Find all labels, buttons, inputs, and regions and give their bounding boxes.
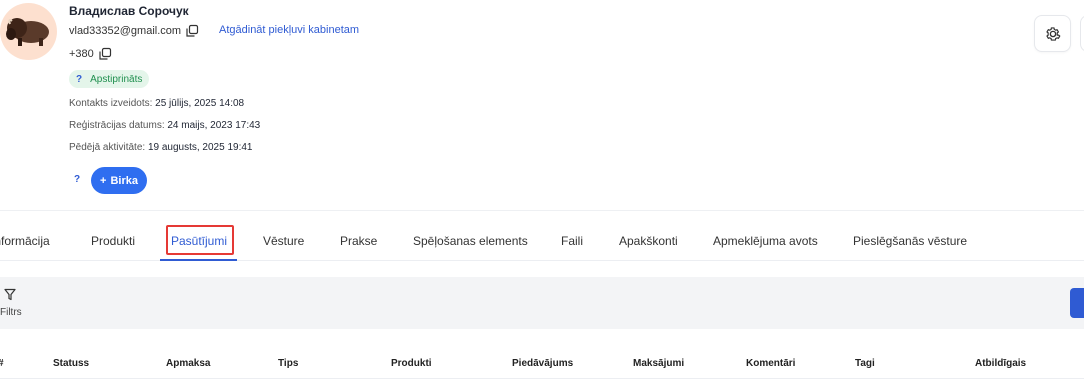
- tab-pieslegsanas-vesture[interactable]: Pieslēgšanās vēsture: [853, 234, 967, 248]
- phone-row: +380: [69, 47, 112, 61]
- section-divider: [0, 210, 1084, 211]
- action-button[interactable]: [1070, 288, 1084, 318]
- status-badge-label: Apstiprināts: [90, 73, 143, 85]
- last-activity-value: 19 augusts, 2025 19:41: [147, 142, 253, 153]
- add-tag-button[interactable]: + Birka: [91, 167, 147, 194]
- col-type[interactable]: Tips: [278, 358, 298, 369]
- filter-icon[interactable]: [4, 288, 16, 306]
- tab-pasutijumi[interactable]: Pasūtījumi: [171, 234, 227, 248]
- col-comments[interactable]: Komentāri: [746, 358, 795, 369]
- created-value: 25 jūlijs, 2025 14:08: [155, 98, 245, 109]
- tab-produkti[interactable]: Produkti: [91, 234, 135, 248]
- col-payment[interactable]: Apmaksa: [166, 358, 210, 369]
- more-button[interactable]: [1080, 15, 1084, 52]
- reset-access-link[interactable]: Atgādināt piekļuvi kabinetam: [219, 24, 359, 36]
- contact-phone: +380: [69, 48, 94, 60]
- last-activity-label: Pēdējā aktivitāte:: [69, 142, 146, 153]
- add-tag-label: Birka: [110, 174, 138, 187]
- col-status[interactable]: Statuss: [53, 358, 89, 369]
- copy-icon[interactable]: [98, 47, 112, 61]
- tab-apmeklejuma-avots[interactable]: Apmeklējuma avots: [713, 234, 818, 248]
- avatar: [0, 3, 57, 60]
- created-label: Kontakts izveidots:: [69, 98, 153, 109]
- created-row: Kontakts izveidots: 25 jūlijs, 2025 14:0…: [69, 98, 244, 109]
- tab-bar: Informācija Produkti Pasūtījumi Vēsture …: [0, 221, 1084, 261]
- col-responsible[interactable]: Atbildīgais: [975, 358, 1026, 369]
- plus-icon: +: [100, 174, 107, 187]
- help-icon[interactable]: ?: [76, 74, 82, 85]
- active-tab-indicator: [160, 259, 237, 261]
- tag-help-icon[interactable]: ?: [74, 174, 80, 185]
- settings-button[interactable]: [1034, 15, 1071, 52]
- contact-email: vlad33352@gmail.com: [69, 25, 182, 37]
- filter-label[interactable]: Filtrs: [0, 307, 22, 318]
- last-activity-row: Pēdējā aktivitāte: 19 augusts, 2025 19:4…: [69, 142, 252, 153]
- status-badge: ? Apstiprināts: [69, 70, 150, 88]
- contact-profile-header: Владислав Сорочук vlad33352@gmail.com At…: [0, 0, 1084, 210]
- registered-row: Reģistrācijas datums: 24 maijs, 2023 17:…: [69, 120, 260, 131]
- filter-bar: [0, 277, 1084, 329]
- col-number[interactable]: #: [0, 358, 4, 369]
- tab-prakse[interactable]: Prakse: [340, 234, 377, 248]
- tab-faili[interactable]: Faili: [561, 234, 583, 248]
- email-row: vlad33352@gmail.com: [69, 24, 199, 38]
- registered-value: 24 maijs, 2023 17:43: [167, 120, 261, 131]
- col-offer[interactable]: Piedāvājums: [512, 358, 573, 369]
- bison-icon: [6, 18, 49, 46]
- col-payments[interactable]: Maksājumi: [633, 358, 684, 369]
- gear-icon: [1045, 26, 1060, 41]
- col-tags[interactable]: Tagi: [855, 358, 875, 369]
- col-products[interactable]: Produkti: [391, 358, 432, 369]
- tab-vesture[interactable]: Vēsture: [263, 234, 304, 248]
- table-header-divider: [0, 378, 1084, 379]
- contact-name: Владислав Сорочук: [69, 4, 189, 18]
- copy-icon[interactable]: [185, 24, 199, 38]
- registered-label: Reģistrācijas datums:: [69, 120, 165, 131]
- tab-speles-elements[interactable]: Spēļošanas elements: [413, 234, 528, 248]
- tab-informacija[interactable]: Informācija: [0, 234, 50, 248]
- tab-apakskonti[interactable]: Apakškonti: [619, 234, 678, 248]
